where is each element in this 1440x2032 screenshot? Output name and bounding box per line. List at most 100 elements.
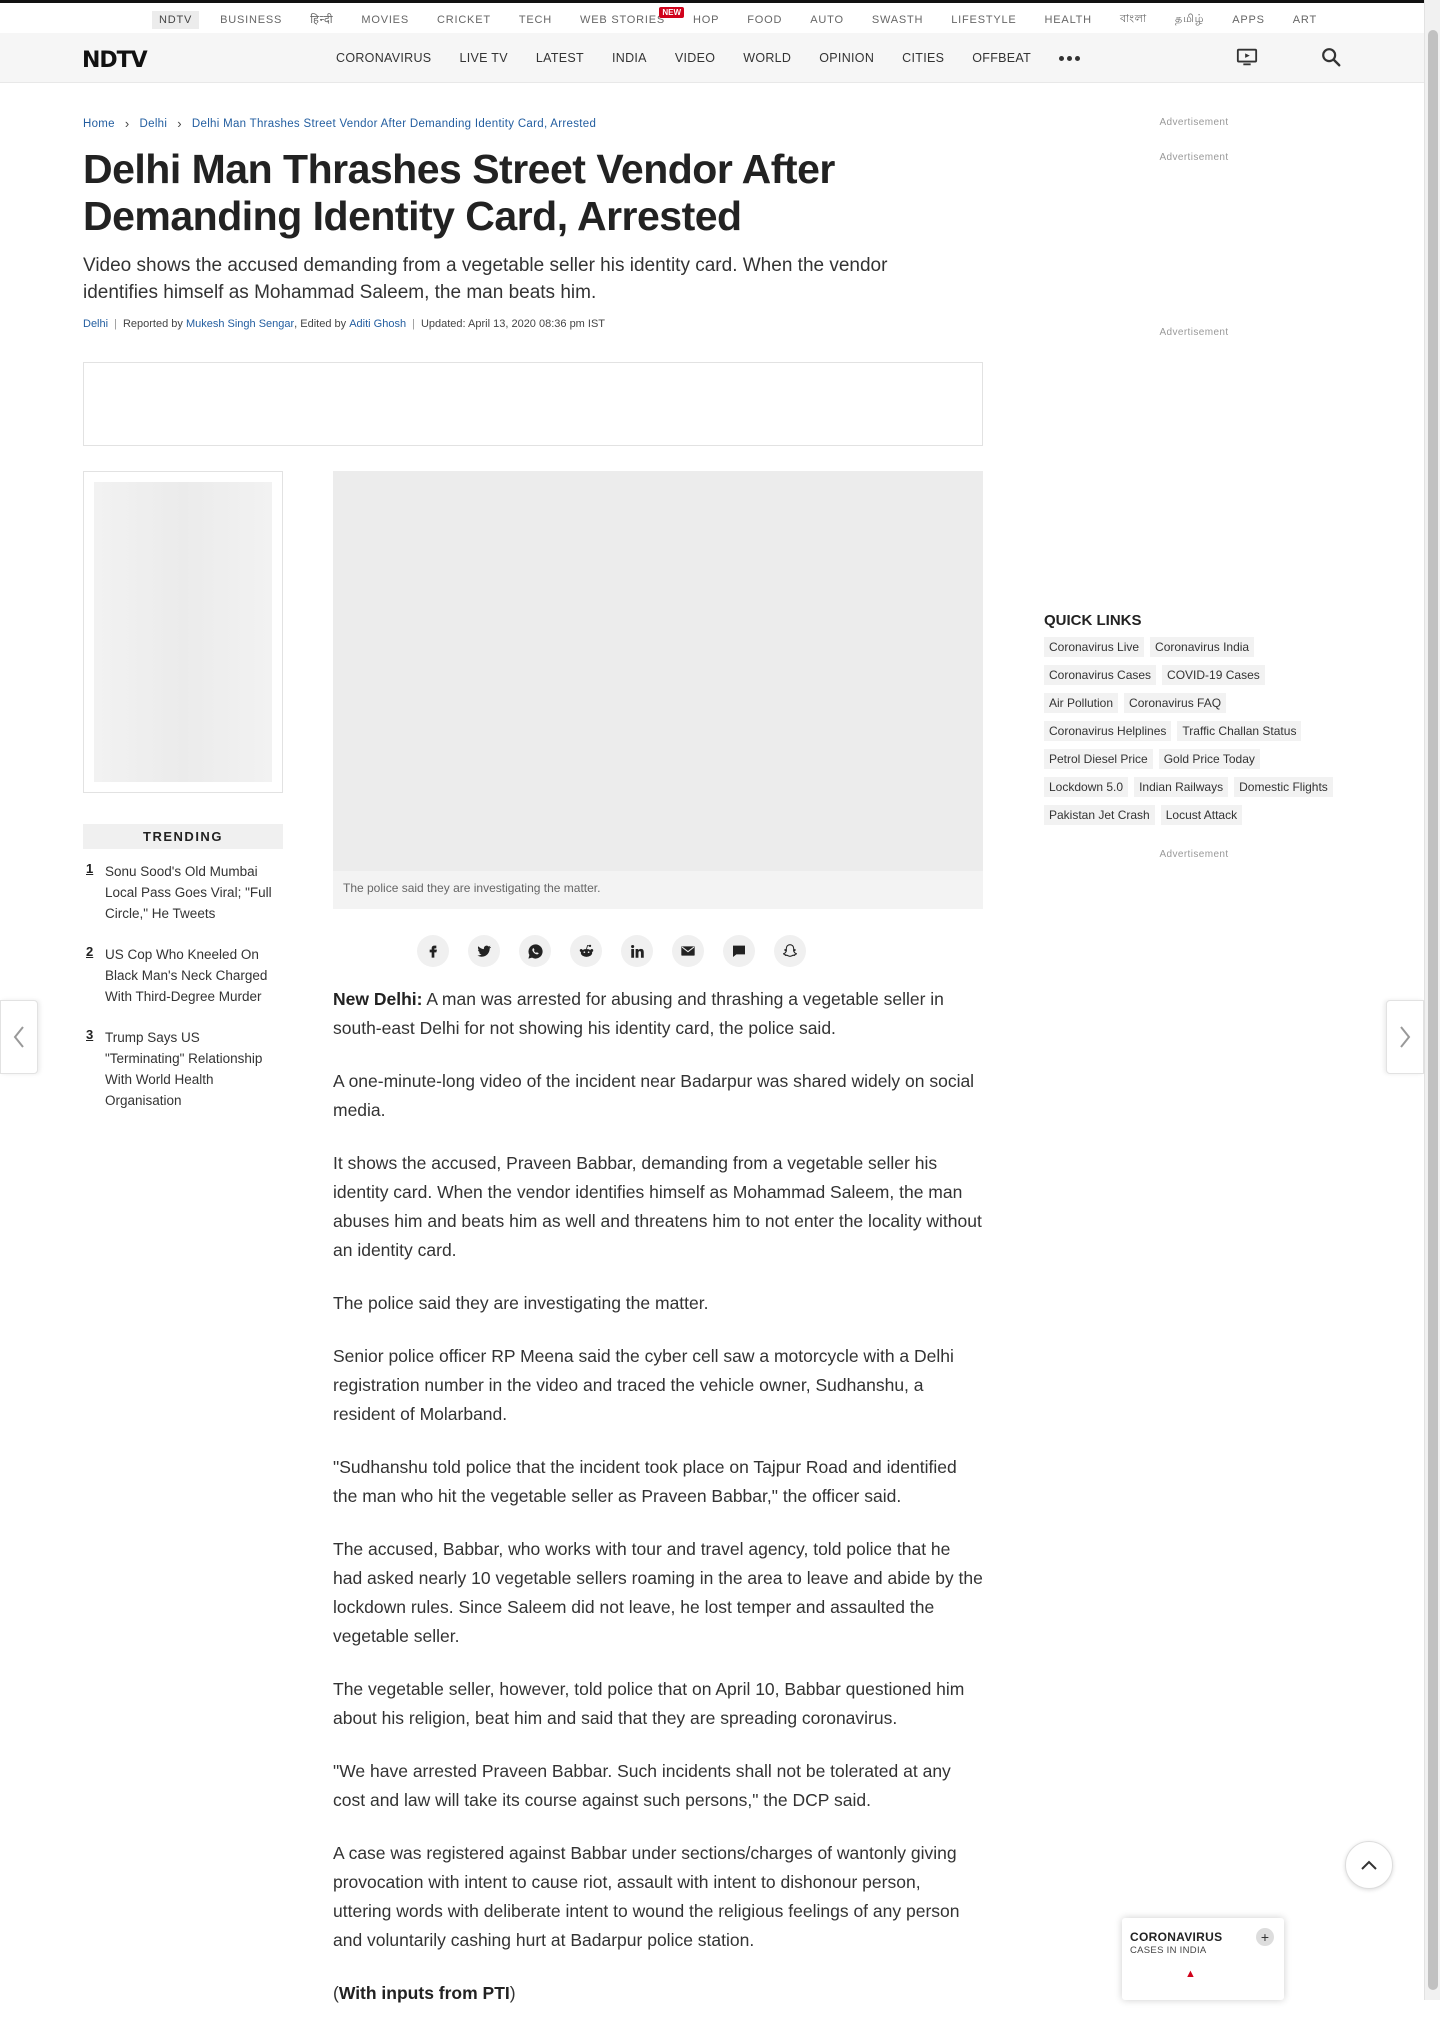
network-link-apps[interactable]: APPS xyxy=(1225,11,1272,29)
covid-widget-subtitle: CASES IN INDIA xyxy=(1130,1945,1207,1956)
quick-link[interactable]: Lockdown 5.0 xyxy=(1044,777,1129,797)
trending-item[interactable]: 1 Sonu Sood's Old Mumbai Local Pass Goes… xyxy=(83,861,283,924)
trending-item-title: US Cop Who Kneeled On Black Man's Neck C… xyxy=(105,947,268,1004)
twitter-icon[interactable] xyxy=(468,935,500,967)
breadcrumb: Home › Delhi › Delhi Man Thrashes Street… xyxy=(83,116,596,131)
network-link-movies[interactable]: MOVIES xyxy=(354,11,416,29)
tv-icon[interactable] xyxy=(1236,46,1258,73)
network-link-health[interactable]: HEALTH xyxy=(1038,11,1099,29)
trending-item-title: Trump Says US "Terminating" Relationship… xyxy=(105,1030,263,1108)
network-link-food[interactable]: FOOD xyxy=(740,11,789,29)
network-link-ndtv[interactable]: NDTV xyxy=(152,10,200,29)
previous-article-button[interactable] xyxy=(0,1000,38,1074)
web-stories-label: WEB STORIES xyxy=(580,13,666,26)
ad-label: Advertisement xyxy=(1159,327,1229,338)
credit-paren-close: ) xyxy=(509,1983,516,2003)
quick-link[interactable]: Gold Price Today xyxy=(1158,749,1260,769)
quick-link[interactable]: Coronavirus FAQ xyxy=(1124,693,1227,713)
ad-label: Advertisement xyxy=(1159,117,1229,128)
article-paragraph: The vegetable seller, however, told poli… xyxy=(333,1679,965,1728)
trending-item[interactable]: 3 Trump Says US "Terminating" Relationsh… xyxy=(83,1027,283,1111)
more-menu-icon[interactable] xyxy=(1045,55,1094,61)
chevron-right-icon: › xyxy=(124,116,130,131)
nav-item-coronavirus[interactable]: CORONAVIRUS xyxy=(322,51,445,65)
article-lead-paragraph: New Delhi: A man was arrested for abusin… xyxy=(333,985,983,1043)
nav-item-latest[interactable]: LATEST xyxy=(522,51,598,65)
quick-link[interactable]: Locust Attack xyxy=(1160,805,1243,825)
nav-item-video[interactable]: VIDEO xyxy=(661,51,729,65)
article-paragraph: "We have arrested Praveen Babbar. Such i… xyxy=(333,1761,951,1810)
network-link-lifestyle[interactable]: LIFESTYLE xyxy=(944,11,1023,29)
quick-link[interactable]: Indian Railways xyxy=(1134,777,1229,797)
breadcrumb-home[interactable]: Home xyxy=(83,118,115,130)
coronavirus-widget[interactable]: CORONAVIRUS CASES IN INDIA + ▲ xyxy=(1122,1918,1284,2000)
quick-link[interactable]: Coronavirus India xyxy=(1150,637,1255,657)
trending-item-number: 2 xyxy=(86,944,94,959)
network-link-web-stories[interactable]: WEB STORIES NEW xyxy=(573,6,685,29)
byline-divider: | xyxy=(412,318,415,330)
trending-item[interactable]: 2 US Cop Who Kneeled On Black Man's Neck… xyxy=(83,944,283,1007)
email-icon[interactable] xyxy=(672,935,704,967)
quick-link[interactable]: COVID-19 Cases xyxy=(1162,665,1265,685)
main-nav: NDTV CORONAVIRUS LIVE TV LATEST INDIA VI… xyxy=(0,33,1424,83)
ad-label: Advertisement xyxy=(1159,849,1229,860)
quick-link[interactable]: Petrol Diesel Price xyxy=(1044,749,1153,769)
reddit-icon[interactable] xyxy=(570,935,602,967)
scrollbar-thumb[interactable] xyxy=(1428,30,1438,1990)
byline-category[interactable]: Delhi xyxy=(83,318,108,330)
video-screen[interactable] xyxy=(333,471,983,871)
ad-placeholder xyxy=(94,482,272,782)
quick-link[interactable]: Coronavirus Live xyxy=(1044,637,1145,657)
quick-link[interactable]: Traffic Challan Status xyxy=(1177,721,1302,741)
chevron-left-icon xyxy=(13,1026,24,1048)
quick-link[interactable]: Coronavirus Helplines xyxy=(1044,721,1172,741)
next-article-button[interactable] xyxy=(1386,1000,1424,1074)
byline-editor[interactable]: Aditi Ghosh xyxy=(349,318,406,330)
nav-item-cities[interactable]: CITIES xyxy=(888,51,958,65)
quick-links: QUICK LINKS Coronavirus Live Coronavirus… xyxy=(1044,612,1344,860)
expand-icon[interactable]: + xyxy=(1256,1928,1274,1946)
network-link-hop[interactable]: HOP xyxy=(686,11,726,29)
search-icon[interactable] xyxy=(1320,46,1342,73)
article-paragraph: A case was registered against Babbar und… xyxy=(333,1843,960,1950)
breadcrumb-current[interactable]: Delhi Man Thrashes Street Vendor After D… xyxy=(192,118,596,130)
facebook-icon[interactable] xyxy=(417,935,449,967)
article-paragraph: The accused, Babbar, who works with tour… xyxy=(333,1539,983,1646)
article-paragraph: A one-minute-long video of the incident … xyxy=(333,1071,975,1120)
quick-link[interactable]: Coronavirus Cases xyxy=(1044,665,1157,685)
network-link-art[interactable]: ART xyxy=(1286,11,1324,29)
nav-item-india[interactable]: INDIA xyxy=(598,51,661,65)
covid-widget-title: CORONAVIRUS xyxy=(1130,1930,1223,1944)
back-to-top-button[interactable] xyxy=(1345,1841,1393,1889)
network-link-hindi[interactable]: हिन्दी xyxy=(303,9,340,30)
network-link-auto[interactable]: AUTO xyxy=(803,11,851,29)
page-scrollbar[interactable] xyxy=(1424,0,1440,2000)
byline-edited-prefix: , Edited by xyxy=(294,318,347,330)
snapchat-icon[interactable] xyxy=(774,935,806,967)
ndtv-logo[interactable]: NDTV xyxy=(82,48,148,73)
network-link-tamil[interactable]: தமிழ் xyxy=(1168,10,1211,30)
network-link-swasth[interactable]: SWASTH xyxy=(865,11,930,29)
nav-item-opinion[interactable]: OPINION xyxy=(805,51,888,65)
quick-link[interactable]: Air Pollution xyxy=(1044,693,1119,713)
top-ad-slot xyxy=(83,362,983,446)
network-link-tech[interactable]: TECH xyxy=(512,11,559,29)
linkedin-icon[interactable] xyxy=(621,935,653,967)
breadcrumb-section[interactable]: Delhi xyxy=(140,118,168,130)
nav-item-live-tv[interactable]: LIVE TV xyxy=(445,51,521,65)
byline-reporter[interactable]: Mukesh Singh Sengar xyxy=(186,318,294,330)
network-link-cricket[interactable]: CRICKET xyxy=(430,11,498,29)
nav-item-world[interactable]: WORLD xyxy=(729,51,805,65)
quick-link[interactable]: Pakistan Jet Crash xyxy=(1044,805,1155,825)
article-title: Delhi Man Thrashes Street Vendor After D… xyxy=(83,146,835,239)
quick-link[interactable]: Domestic Flights xyxy=(1234,777,1333,797)
chevron-right-icon xyxy=(1400,1026,1411,1048)
trending-item-number: 1 xyxy=(86,861,94,876)
comment-icon[interactable] xyxy=(723,935,755,967)
lead-text: A man was arrested for abusing and thras… xyxy=(333,989,944,1038)
video-player[interactable]: The police said they are investigating t… xyxy=(333,471,983,909)
whatsapp-icon[interactable] xyxy=(519,935,551,967)
network-link-business[interactable]: BUSINESS xyxy=(213,11,289,29)
network-link-bangla[interactable]: বাংলা xyxy=(1113,7,1154,32)
nav-item-offbeat[interactable]: OFFBEAT xyxy=(958,51,1045,65)
